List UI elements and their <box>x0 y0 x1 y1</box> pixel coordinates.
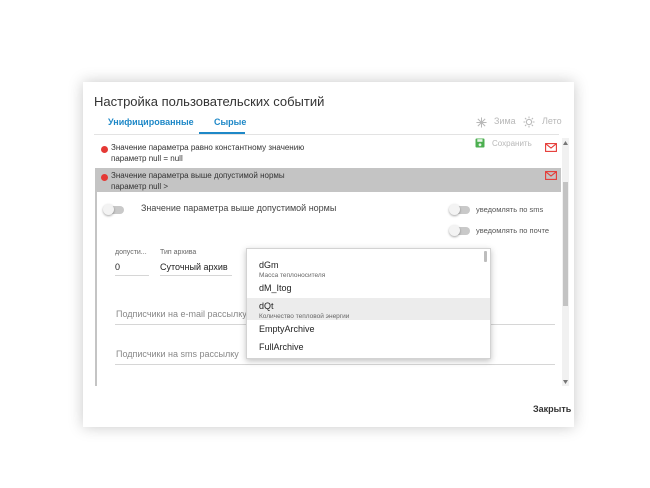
dialog-title: Настройка пользовательских событий <box>94 94 325 109</box>
archive-type-select[interactable]: Суточный архив <box>160 262 228 272</box>
tabs-divider <box>94 134 559 135</box>
email-subscribers-input[interactable]: Подписчики на e-mail рассылку <box>116 309 247 319</box>
sms-notify-label: уведомлять по sms <box>476 205 544 214</box>
dropdown-option[interactable]: EmptyArchive <box>247 321 490 339</box>
event-condition: параметр null = null <box>111 154 183 163</box>
archive-type-label: Тип архива <box>160 249 197 256</box>
mail-notify-label: уведомлять по почте <box>476 226 550 235</box>
alert-dot-icon <box>101 174 108 181</box>
sun-icon[interactable] <box>523 116 535 128</box>
snowflake-icon[interactable] <box>476 117 487 128</box>
parameter-dropdown: dGm Масса теплоносителя dM_Itog dQt Коли… <box>246 248 491 359</box>
season-winter-label[interactable]: Зима <box>494 116 516 126</box>
dropdown-option[interactable]: dGm Масса теплоносителя <box>247 257 490 279</box>
event-row[interactable]: Значение параметра равно константному зн… <box>95 138 561 166</box>
envelope-icon[interactable] <box>545 171 557 180</box>
event-enabled-toggle[interactable] <box>103 204 125 216</box>
scroll-up-icon[interactable] <box>563 141 568 145</box>
event-row-selected[interactable]: Значение параметра выше допустимой нормы… <box>95 168 561 192</box>
tab-raw[interactable]: Сырые <box>214 117 246 127</box>
sms-subscribers-input[interactable]: Подписчики на sms рассылку <box>116 349 239 359</box>
sms-notify-toggle[interactable] <box>449 204 471 216</box>
threshold-label: допусти... <box>115 249 147 256</box>
alert-dot-icon <box>101 146 108 153</box>
event-condition: параметр null > <box>111 182 169 191</box>
season-summer-label[interactable]: Лето <box>542 116 562 126</box>
dropdown-option[interactable]: FullArchive <box>247 339 490 357</box>
event-title: Значение параметра выше допустимой нормы <box>111 171 285 180</box>
scroll-down-icon[interactable] <box>563 380 568 384</box>
envelope-icon[interactable] <box>545 143 557 152</box>
tab-unified[interactable]: Унифицированные <box>108 117 194 127</box>
dropdown-option-highlighted[interactable]: dQt Количество тепловой энергии <box>247 298 490 320</box>
event-toggle-label: Значение параметра выше допустимой нормы <box>141 203 337 213</box>
threshold-input[interactable]: 0 <box>115 262 120 272</box>
event-title: Значение параметра равно константному зн… <box>111 143 305 152</box>
events-dialog: Настройка пользовательских событий Унифи… <box>83 82 574 427</box>
detail-left-border <box>95 192 97 386</box>
list-scrollbar-thumb[interactable] <box>563 182 568 306</box>
close-button[interactable]: Закрыть <box>533 404 571 414</box>
dropdown-option[interactable]: dM_Itog <box>247 280 490 298</box>
mail-notify-toggle[interactable] <box>449 225 471 237</box>
